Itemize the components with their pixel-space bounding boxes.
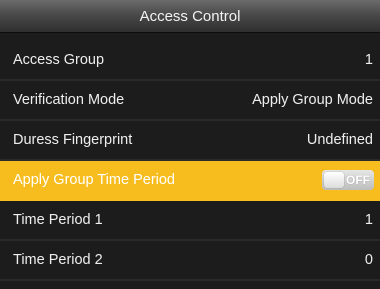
menu-item-access-group[interactable]: Access Group 1 <box>0 41 380 81</box>
menu-item-label: Apply Group Time Period <box>13 172 175 188</box>
settings-list: Access Group 1 Verification Mode Apply G… <box>0 41 380 281</box>
device-screen: Access Control Access Group 1 Verificati… <box>0 0 380 289</box>
menu-item-apply-group-time-period[interactable]: Apply Group Time Period OFF <box>0 161 380 201</box>
page-title: Access Control <box>139 7 241 25</box>
menu-item-time-period-1[interactable]: Time Period 1 1 <box>0 201 380 241</box>
menu-item-value: Apply Group Mode <box>252 92 373 108</box>
menu-item-time-period-2[interactable]: Time Period 2 0 <box>0 241 380 281</box>
menu-item-verification-mode[interactable]: Verification Mode Apply Group Mode <box>0 81 380 121</box>
menu-item-duress-fingerprint[interactable]: Duress Fingerprint Undefined <box>0 121 380 161</box>
menu-item-label: Time Period 2 <box>13 252 103 268</box>
menu-item-value: 0 <box>364 252 373 268</box>
menu-item-label: Time Period 1 <box>13 212 103 228</box>
menu-item-label: Duress Fingerprint <box>13 132 133 148</box>
menu-item-value: Undefined <box>306 132 373 148</box>
toggle-knob <box>324 172 344 188</box>
title-bar: Access Control <box>0 0 380 33</box>
toggle-switch[interactable]: OFF <box>322 170 374 190</box>
menu-item-value: 1 <box>364 52 373 68</box>
toggle-state-label: OFF <box>346 173 370 187</box>
menu-item-value: 1 <box>364 212 373 228</box>
menu-item-label: Verification Mode <box>13 92 125 108</box>
menu-item-label: Access Group <box>13 52 105 68</box>
